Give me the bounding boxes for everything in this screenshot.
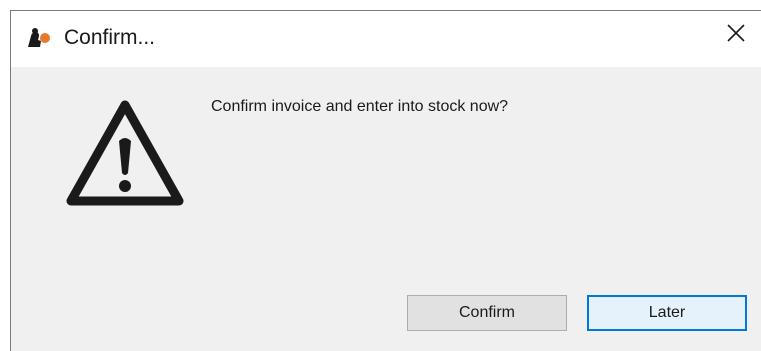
warning-icon [63, 97, 187, 209]
app-logo-icon [25, 27, 51, 49]
confirm-message: Confirm invoice and enter into stock now… [211, 98, 509, 115]
close-icon [727, 23, 745, 47]
title-bar: Confirm... [11, 11, 761, 67]
dialog-content: Confirm invoice and enter into stock now… [11, 67, 761, 351]
window-title: Confirm... [64, 26, 156, 49]
confirm-dialog: Confirm... Confirm invoice and enter int… [10, 10, 761, 351]
close-button[interactable] [711, 11, 761, 59]
confirm-button[interactable]: Confirm [407, 295, 567, 331]
later-button[interactable]: Later [587, 295, 747, 331]
